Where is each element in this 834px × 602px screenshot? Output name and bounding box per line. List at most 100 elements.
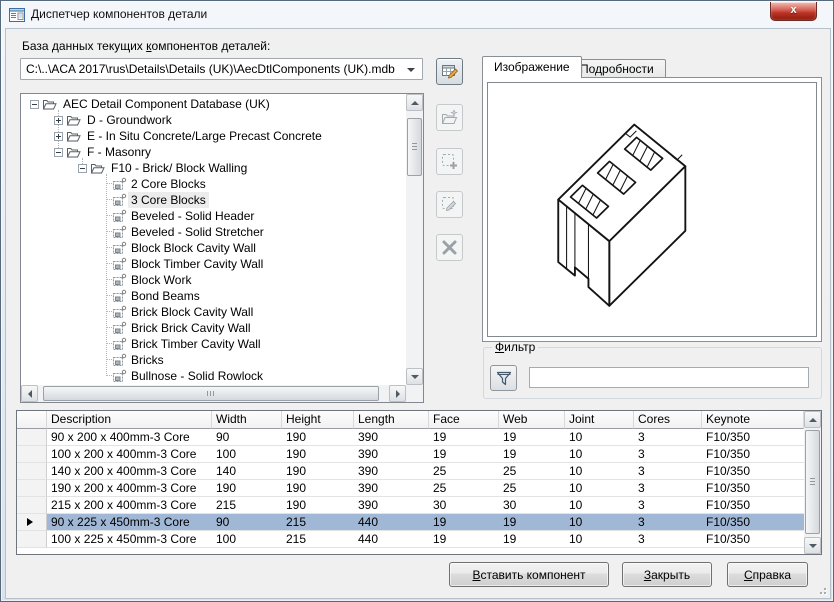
table-vertical-scrollbar[interactable] bbox=[804, 411, 821, 554]
tree-item-aec-detail-component-database-uk[interactable]: AEC Detail Component Database (UK) bbox=[22, 96, 405, 112]
collapse-minus-icon[interactable] bbox=[78, 164, 87, 173]
collapse-minus-icon[interactable] bbox=[30, 100, 39, 109]
tab-details[interactable]: Подробности bbox=[568, 59, 666, 78]
tree-vertical-scrollbar[interactable] bbox=[406, 94, 423, 385]
tree-item-label[interactable]: Brick Timber Cavity Wall bbox=[128, 336, 264, 352]
tab-image[interactable]: Изображение bbox=[482, 56, 582, 78]
chevron-down-icon[interactable] bbox=[407, 68, 415, 72]
table-cell[interactable]: 190 bbox=[282, 497, 354, 514]
tree-item-label[interactable]: Bricks bbox=[128, 352, 167, 368]
column-header-keynote[interactable]: Keynote bbox=[702, 411, 804, 429]
tree-item-block-timber-cavity-wall[interactable]: Block Timber Cavity Wall bbox=[22, 256, 405, 272]
expand-plus-icon[interactable] bbox=[54, 116, 63, 125]
tree-item-bond-beams[interactable]: Bond Beams bbox=[22, 288, 405, 304]
row-selector-cell[interactable] bbox=[17, 429, 47, 446]
table-cell[interactable]: 90 x 225 x 450mm-3 Core bbox=[47, 514, 212, 531]
table-cell[interactable]: 190 bbox=[282, 429, 354, 446]
table-row[interactable]: 140 x 200 x 400mm-3 Core 140 190 390 25 25 10 3… bbox=[17, 463, 804, 480]
tree-scrollbar-thumb[interactable] bbox=[407, 118, 422, 176]
table-cell[interactable]: 3 bbox=[634, 480, 702, 497]
table-cell[interactable]: 100 x 225 x 450mm-3 Core bbox=[47, 531, 212, 548]
table-cell[interactable]: 190 bbox=[212, 480, 282, 497]
row-selector-cell[interactable] bbox=[17, 531, 47, 548]
table-cell[interactable]: 19 bbox=[429, 531, 499, 548]
table-cell[interactable]: F10/350 bbox=[702, 514, 804, 531]
table-cell[interactable]: F10/350 bbox=[702, 480, 804, 497]
table-cell[interactable]: 19 bbox=[499, 531, 565, 548]
column-header-joint[interactable]: Joint bbox=[565, 411, 634, 429]
tree-item-label[interactable]: Block Timber Cavity Wall bbox=[128, 256, 266, 272]
tree-item-block-block-cavity-wall[interactable]: Block Block Cavity Wall bbox=[22, 240, 405, 256]
tree-item-bullnose-solid-rowlock[interactable]: Bullnose - Solid Rowlock bbox=[22, 368, 405, 384]
table-cell[interactable]: 215 bbox=[212, 497, 282, 514]
component-tree[interactable]: AEC Detail Component Database (UK) D - Gr… bbox=[20, 93, 424, 403]
tree-item-label[interactable]: AEC Detail Component Database (UK) bbox=[60, 96, 273, 112]
close-button[interactable]: Закрыть bbox=[622, 562, 712, 587]
title-bar[interactable]: Диспетчер компонентов детали x bbox=[1, 1, 833, 28]
tree-item-label[interactable]: 2 Core Blocks bbox=[128, 176, 209, 192]
column-header-face[interactable]: Face bbox=[429, 411, 499, 429]
table-cell[interactable]: 30 bbox=[429, 497, 499, 514]
table-cell[interactable]: 90 x 200 x 400mm-3 Core bbox=[47, 429, 212, 446]
tree-item-label[interactable]: Beveled - Solid Header bbox=[128, 208, 257, 224]
table-cell[interactable]: 215 x 200 x 400mm-3 Core bbox=[47, 497, 212, 514]
edit-component-button[interactable] bbox=[436, 191, 463, 218]
table-row[interactable]: 100 x 225 x 450mm-3 Core 100 215 440 19 19 10 3… bbox=[17, 531, 804, 548]
row-selector-cell[interactable] bbox=[17, 497, 47, 514]
delete-component-button[interactable] bbox=[436, 234, 463, 261]
tree-item-brick-brick-cavity-wall[interactable]: Brick Brick Cavity Wall bbox=[22, 320, 405, 336]
tree-item-2-core-blocks[interactable]: 2 Core Blocks bbox=[22, 176, 405, 192]
filter-button[interactable] bbox=[490, 365, 517, 391]
table-cell[interactable]: 25 bbox=[429, 463, 499, 480]
table-row[interactable]: 215 x 200 x 400mm-3 Core 215 190 390 30 30 10 3… bbox=[17, 497, 804, 514]
column-header-description[interactable]: Description bbox=[47, 411, 212, 429]
table-cell[interactable]: 390 bbox=[354, 463, 429, 480]
table-cell[interactable]: 10 bbox=[565, 429, 634, 446]
table-cell[interactable]: 19 bbox=[499, 429, 565, 446]
table-cell[interactable]: 3 bbox=[634, 531, 702, 548]
tree-item-beveled-solid-stretcher[interactable]: Beveled - Solid Stretcher bbox=[22, 224, 405, 240]
close-window-button[interactable]: x bbox=[770, 2, 817, 21]
tree-item-d-groundwork[interactable]: D - Groundwork bbox=[22, 112, 405, 128]
scroll-left-button[interactable] bbox=[21, 385, 38, 402]
tree-item-e-in-situ-concrete-large-precast-concrete[interactable]: E - In Situ Concrete/Large Precast Concr… bbox=[22, 128, 405, 144]
table-row[interactable]: 190 x 200 x 400mm-3 Core 190 190 390 25 25 10 3… bbox=[17, 480, 804, 497]
tree-item-f10-brick-block-walling[interactable]: F10 - Brick/ Block Walling bbox=[22, 160, 405, 176]
table-cell[interactable]: 3 bbox=[634, 514, 702, 531]
tree-item-brick-block-cavity-wall[interactable]: Brick Block Cavity Wall bbox=[22, 304, 405, 320]
tree-item-label[interactable]: F10 - Brick/ Block Walling bbox=[108, 160, 250, 176]
table-cell[interactable]: 140 bbox=[212, 463, 282, 480]
table-cell[interactable]: 440 bbox=[354, 514, 429, 531]
tree-item-beveled-solid-header[interactable]: Beveled - Solid Header bbox=[22, 208, 405, 224]
table-cell[interactable]: 19 bbox=[429, 446, 499, 463]
table-cell[interactable]: 390 bbox=[354, 480, 429, 497]
column-header-cores[interactable]: Cores bbox=[634, 411, 702, 429]
table-cell[interactable]: 190 bbox=[282, 480, 354, 497]
scroll-down-button[interactable] bbox=[406, 368, 423, 385]
tree-item-label[interactable]: Block Block Cavity Wall bbox=[128, 240, 259, 256]
scroll-up-button[interactable] bbox=[804, 411, 821, 428]
table-row[interactable]: 100 x 200 x 400mm-3 Core 100 190 390 19 19 10 3… bbox=[17, 446, 804, 463]
insert-component-button[interactable]: Вставить компонент bbox=[449, 562, 609, 587]
expand-plus-icon[interactable] bbox=[54, 132, 63, 141]
table-cell[interactable]: 90 bbox=[212, 514, 282, 531]
table-cell[interactable]: 390 bbox=[354, 446, 429, 463]
tree-item-block-work[interactable]: Block Work bbox=[22, 272, 405, 288]
tree-item-label[interactable]: Brick Brick Cavity Wall bbox=[128, 320, 254, 336]
table-cell[interactable]: 100 x 200 x 400mm-3 Core bbox=[47, 446, 212, 463]
table-cell[interactable]: 19 bbox=[499, 446, 565, 463]
table-cell[interactable]: 215 bbox=[282, 514, 354, 531]
tree-item-3-core-blocks[interactable]: 3 Core Blocks bbox=[22, 192, 405, 208]
column-header-web[interactable]: Web bbox=[499, 411, 565, 429]
table-cell[interactable]: 190 x 200 x 400mm-3 Core bbox=[47, 480, 212, 497]
scroll-up-button[interactable] bbox=[406, 94, 423, 111]
table-cell[interactable]: 190 bbox=[282, 463, 354, 480]
table-cell[interactable]: 190 bbox=[282, 446, 354, 463]
tree-item-label[interactable]: Bond Beams bbox=[128, 288, 203, 304]
tree-item-label[interactable]: Beveled - Solid Stretcher bbox=[128, 224, 267, 240]
table-cell[interactable]: 215 bbox=[282, 531, 354, 548]
table-cell[interactable]: 3 bbox=[634, 429, 702, 446]
table-cell[interactable]: 10 bbox=[565, 446, 634, 463]
tree-item-brick-timber-cavity-wall[interactable]: Brick Timber Cavity Wall bbox=[22, 336, 405, 352]
table-scrollbar-thumb[interactable] bbox=[805, 430, 820, 534]
